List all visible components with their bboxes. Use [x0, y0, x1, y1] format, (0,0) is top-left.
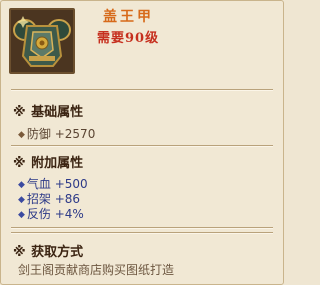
divider	[11, 89, 273, 90]
reference-mark-icon: ※	[13, 105, 26, 120]
section-title-base: ※ 基础属性	[13, 101, 83, 120]
reference-mark-icon: ※	[13, 245, 26, 260]
item-tooltip: 盖王甲 需要90级 ※ 基础属性 ◆ 防御 +2570 ※ 附加属性 ◆ 气血 +5…	[0, 0, 284, 285]
stat-label: 防御 +2570	[26, 127, 96, 141]
divider	[11, 232, 273, 233]
section-title-extra-label: 附加属性	[31, 156, 84, 171]
divider	[11, 145, 273, 146]
diamond-bullet-icon: ◆	[18, 210, 25, 220]
stat-label: 气血 +500	[26, 177, 88, 191]
section-title-source-label: 获取方式	[31, 245, 84, 260]
source-description: 剑王阁贡献商店购买图纸打造	[18, 263, 175, 277]
stat-defense: ◆ 防御 +2570	[18, 125, 95, 142]
diamond-bullet-icon: ◆	[18, 195, 25, 205]
diamond-bullet-icon: ◆	[18, 130, 25, 140]
divider	[11, 227, 273, 228]
section-title-source: ※ 获取方式	[13, 241, 83, 260]
item-header: 盖王甲 需要90级	[1, 1, 283, 86]
level-requirement: 需要90级	[97, 31, 160, 46]
diamond-bullet-icon: ◆	[18, 180, 25, 190]
section-title-base-label: 基础属性	[31, 105, 84, 120]
section-title-extra: ※ 附加属性	[13, 152, 83, 171]
stat-reflect: ◆ 反伤 +4%	[18, 205, 84, 222]
stat-label: 招架 +86	[26, 192, 81, 206]
item-name: 盖王甲	[103, 9, 154, 25]
armor-icon	[9, 8, 75, 74]
stat-label: 反伤 +4%	[26, 207, 84, 221]
reference-mark-icon: ※	[13, 156, 26, 171]
